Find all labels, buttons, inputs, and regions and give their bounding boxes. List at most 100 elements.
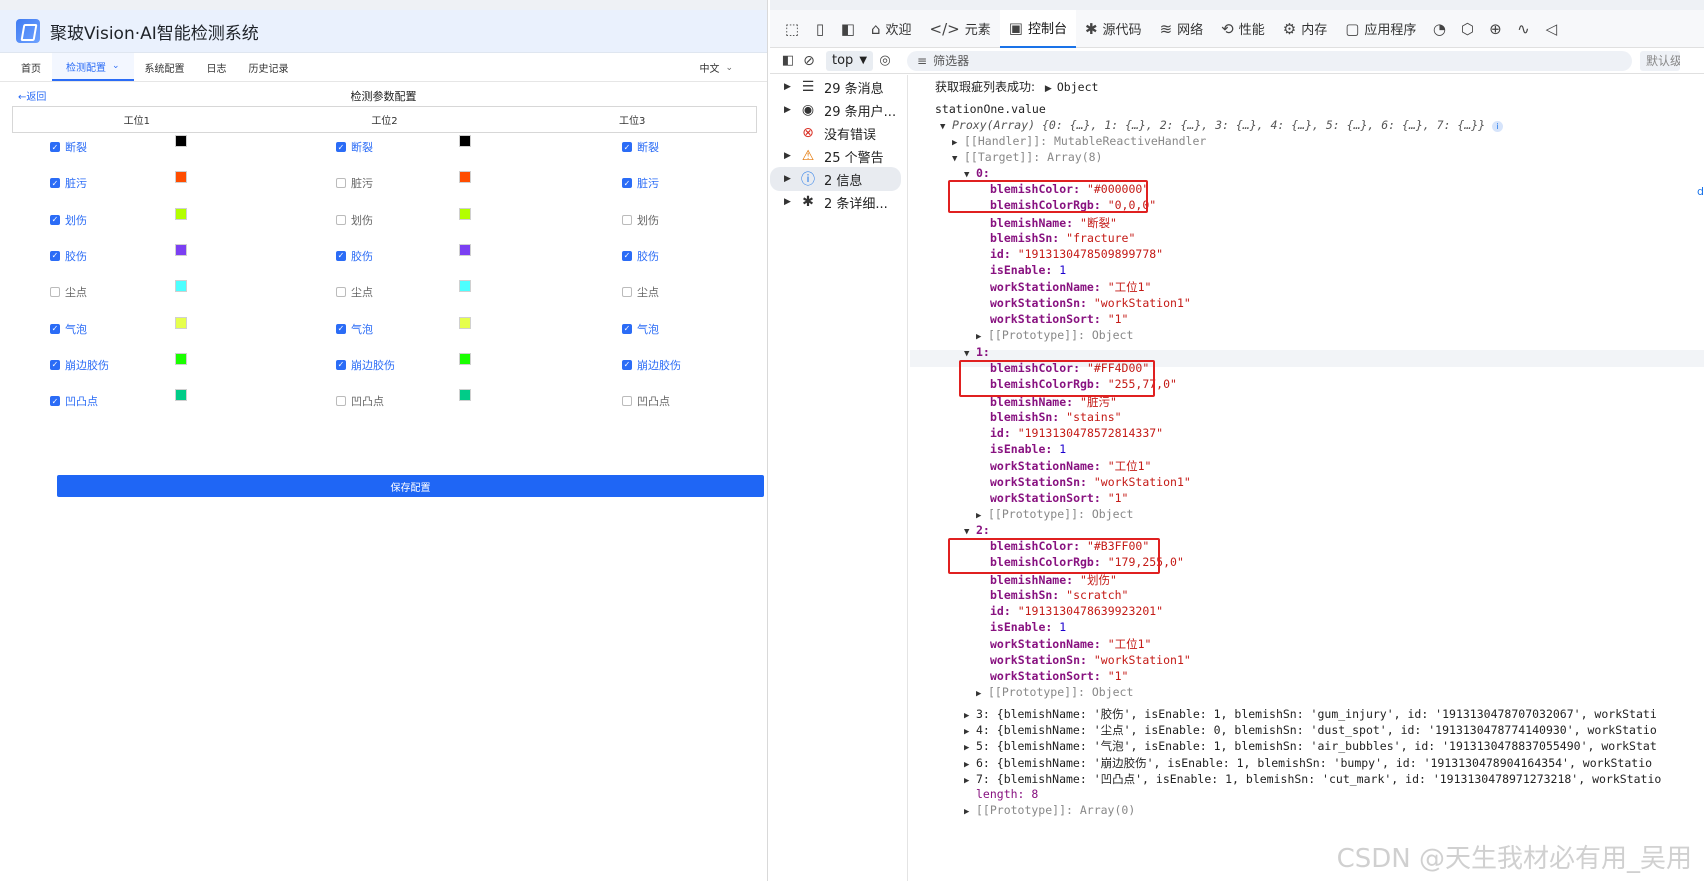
devtools-tab-1[interactable]: </> 元素 [921, 10, 1000, 48]
device-toolbar-icon[interactable]: ▯ [806, 15, 834, 43]
checkbox-checked-icon[interactable]: ✓ [622, 359, 632, 370]
proxy-object[interactable]: ▼ Proxy(Array) {0: {…}, 1: {…}, 2: {…}, 3… [940, 118, 1504, 132]
defect-checkbox-station-3[interactable]: ✓ 断裂 [622, 139, 659, 155]
collapsed-array-item[interactable]: ▶ 7: {blemishName: '凹凸点', isEnable: 1, bl… [964, 771, 1661, 787]
devtools-tab-7[interactable]: ▢ 应用程序 [1336, 10, 1425, 48]
defect-checkbox-station-2[interactable]: 尘点 [336, 284, 373, 300]
color-swatch[interactable] [175, 207, 187, 220]
pulse-icon[interactable]: ∿ [1509, 15, 1537, 43]
prototype-row[interactable]: ▶ [[Prototype]]: Object [976, 507, 1133, 521]
color-swatch[interactable] [459, 243, 471, 256]
collapsed-array-item[interactable]: ▶ 4: {blemishName: '尘点', isEnable: 0, ble… [964, 722, 1657, 738]
defect-checkbox-station-3[interactable]: 尘点 [622, 284, 659, 300]
defect-checkbox-station-3[interactable]: ✓ 气泡 [622, 321, 659, 337]
expand-arrow-icon[interactable]: ▼ [964, 527, 976, 537]
language-select[interactable]: 中文 ⌄ [699, 53, 733, 82]
devtools-tab-2[interactable]: ▣ 控制台 [999, 9, 1076, 48]
defect-checkbox-station-2[interactable]: ✓ 气泡 [336, 321, 373, 337]
checkbox-unchecked-icon[interactable] [336, 287, 346, 298]
color-swatch[interactable] [175, 280, 187, 293]
checkbox-unchecked-icon[interactable] [622, 287, 632, 298]
array-item-row[interactable]: ▼ 0: [964, 166, 990, 180]
expand-arrow-icon[interactable]: ▶ [784, 105, 796, 115]
checkbox-checked-icon[interactable]: ✓ [50, 178, 60, 189]
array-prototype-row[interactable]: ▶ [[Prototype]]: Array(0) [964, 803, 1135, 817]
prototype-row[interactable]: ▶ [[Prototype]]: Object [976, 328, 1133, 342]
console-sidebar-item[interactable]: ▶ ⚠ 25 个警告 [770, 144, 907, 168]
console-sidebar-item[interactable]: ▶ ☰ 29 条消息 [770, 75, 907, 99]
expand-arrow-icon[interactable]: ▶ [964, 760, 976, 770]
defect-checkbox-station-3[interactable]: ✓ 脏污 [622, 175, 659, 191]
collapsed-array-item[interactable]: ▶ 6: {blemishName: '崩边胶伤', isEnable: 1, b… [964, 755, 1652, 771]
expand-arrow-icon[interactable]: ▼ [964, 170, 976, 180]
checkbox-checked-icon[interactable]: ✓ [622, 323, 632, 334]
expand-arrow-icon[interactable]: ▶ [784, 197, 796, 207]
devtools-tab-6[interactable]: ⚙ 内存 [1274, 10, 1336, 48]
tab-station-1[interactable]: 工位1 [13, 107, 261, 132]
color-swatch[interactable] [459, 389, 471, 402]
expand-arrow-icon[interactable]: ▶ [952, 138, 964, 148]
devtools-tab-3[interactable]: ✱ 源代码 [1076, 10, 1151, 48]
devtools-tab-5[interactable]: ⟲ 性能 [1212, 10, 1274, 48]
defect-checkbox-station-3[interactable]: 划伤 [622, 212, 659, 228]
expand-arrow-icon[interactable]: ▶ [784, 174, 796, 184]
checkbox-checked-icon[interactable]: ✓ [50, 359, 60, 370]
prototype-row[interactable]: ▶ [[Prototype]]: Object [976, 685, 1133, 699]
expand-arrow-icon[interactable]: ▶ [976, 332, 988, 342]
color-swatch[interactable] [175, 352, 187, 365]
handler-row[interactable]: ▶ [[Handler]]: MutableReactiveHandler [952, 134, 1206, 148]
color-swatch[interactable] [175, 316, 187, 329]
defect-checkbox-station-3[interactable]: ✓ 胶伤 [622, 248, 659, 264]
tab-station-3[interactable]: 工位3 [508, 107, 756, 132]
console-sidebar-item[interactable]: ⊗ 没有错误 [770, 121, 907, 145]
color-swatch[interactable] [175, 243, 187, 256]
array-item-row[interactable]: ▼ 1: [964, 345, 990, 359]
globe-icon[interactable]: ⊕ [1481, 15, 1509, 43]
console-sidebar-icon[interactable]: ◧ [778, 47, 798, 75]
nav-system-config[interactable]: 系统配置 [134, 53, 196, 81]
tab-station-2[interactable]: 工位2 [261, 107, 509, 132]
checkbox-checked-icon[interactable]: ✓ [50, 142, 60, 152]
checkbox-unchecked-icon[interactable] [622, 396, 632, 407]
speaker-icon[interactable]: ◁ [1537, 15, 1565, 43]
expand-arrow-icon[interactable]: ▶ [964, 711, 976, 721]
color-swatch[interactable] [175, 171, 187, 184]
checkbox-unchecked-icon[interactable] [622, 214, 632, 225]
nav-detect-config[interactable]: 检测配置 ⌄ [52, 53, 134, 81]
checkbox-unchecked-icon[interactable] [336, 214, 346, 225]
chart-icon[interactable]: ◔ [1425, 15, 1453, 43]
checkbox-checked-icon[interactable]: ✓ [50, 323, 60, 334]
defect-checkbox-station-1[interactable]: ✓ 断裂 [50, 139, 87, 155]
checkbox-checked-icon[interactable]: ✓ [622, 250, 632, 261]
expand-arrow-icon[interactable]: ▶ [784, 82, 796, 92]
color-swatch[interactable] [459, 352, 471, 365]
checkbox-checked-icon[interactable]: ✓ [336, 323, 346, 334]
expand-arrow-icon[interactable]: ▼ [964, 349, 976, 359]
defect-checkbox-station-3[interactable]: ✓ 崩边胶伤 [622, 357, 681, 373]
defect-checkbox-station-2[interactable]: 脏污 [336, 175, 373, 191]
expand-arrow-icon[interactable]: ▼ [940, 122, 952, 132]
defect-checkbox-station-1[interactable]: ✓ 凹凸点 [50, 393, 98, 409]
expand-arrow-icon[interactable]: ▶ [1045, 84, 1057, 94]
collapsed-array-item[interactable]: ▶ 5: {blemishName: '气泡', isEnable: 1, ble… [964, 738, 1657, 754]
defect-checkbox-station-2[interactable]: 划伤 [336, 212, 373, 228]
sidebar-toggle-icon[interactable]: ◧ [834, 15, 862, 43]
checkbox-checked-icon[interactable]: ✓ [622, 142, 632, 152]
defect-checkbox-station-2[interactable]: ✓ 崩边胶伤 [336, 357, 395, 373]
console-sidebar-item[interactable]: ▶ ◉ 29 条用户... [770, 98, 907, 122]
console-filter-input[interactable]: ≡ 筛选器 [907, 50, 1633, 71]
color-swatch[interactable] [175, 389, 187, 402]
defect-checkbox-station-1[interactable]: ✓ 胶伤 [50, 248, 87, 264]
context-select[interactable]: top ▼ [826, 50, 874, 71]
color-swatch[interactable] [459, 280, 471, 293]
color-swatch[interactable] [459, 171, 471, 184]
expand-arrow-icon[interactable]: ▶ [976, 689, 988, 699]
checkbox-checked-icon[interactable]: ✓ [336, 359, 346, 370]
checkbox-unchecked-icon[interactable] [336, 396, 346, 407]
defect-checkbox-station-2[interactable]: 凹凸点 [336, 393, 384, 409]
defect-checkbox-station-1[interactable]: ✓ 划伤 [50, 212, 87, 228]
target-row[interactable]: ▼ [[Target]]: Array(8) [952, 150, 1102, 164]
expand-arrow-icon[interactable]: ▶ [964, 807, 976, 817]
checkbox-checked-icon[interactable]: ✓ [50, 396, 60, 407]
defect-checkbox-station-1[interactable]: ✓ 脏污 [50, 175, 87, 191]
